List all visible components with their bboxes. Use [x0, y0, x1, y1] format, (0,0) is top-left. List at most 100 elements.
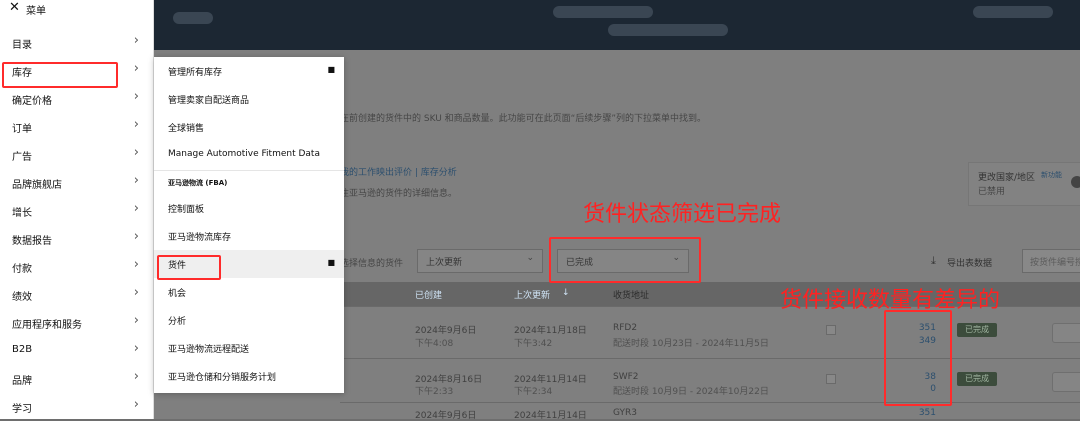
menu-item-growth[interactable]: 增长 ›: [0, 201, 153, 221]
chevron-right-icon: ›: [133, 117, 139, 132]
nav-blur-4: [973, 6, 1053, 18]
submenu-item-global-selling[interactable]: 全球销售: [154, 113, 344, 141]
menu-item-label: 广告: [12, 152, 32, 163]
submenu-item-analytics[interactable]: 分析: [154, 306, 344, 334]
menu-item-performance[interactable]: 绩效 ›: [0, 285, 153, 305]
menu-item-label: 品牌: [12, 376, 32, 387]
menu-title: 菜单: [26, 6, 46, 17]
row-checkbox[interactable]: [826, 374, 836, 384]
add-region-icon[interactable]: [1071, 176, 1080, 188]
highlight-quantities: [884, 310, 952, 406]
row-updated-time: 下午2:34: [514, 387, 553, 397]
submenu-item-fbm[interactable]: 管理卖家自配送商品: [154, 85, 344, 113]
download-icon[interactable]: ⤓: [931, 254, 936, 268]
chevron-right-icon: ›: [133, 173, 139, 188]
menu-item-pricing[interactable]: 确定价格 ›: [0, 89, 153, 109]
chevron-down-icon: ⌄: [526, 253, 534, 263]
menu-item-label: 品牌旗舰店: [12, 180, 62, 191]
nav-blur-3: [608, 24, 728, 36]
header-created[interactable]: 已创建: [415, 288, 442, 301]
submenu-item-label: 管理所有库存: [168, 68, 223, 78]
row-address: GYR3: [613, 408, 638, 418]
inventory-submenu: 管理所有库存 ■ 管理卖家自配送商品 全球销售 Manage Automotive…: [154, 57, 344, 393]
chevron-right-icon: ›: [133, 33, 139, 48]
close-icon[interactable]: ✕: [9, 0, 20, 15]
status-badge: 已完成: [957, 372, 997, 386]
menu-item-advertising[interactable]: 广告 ›: [0, 145, 153, 165]
menu-item-catalog[interactable]: 目录 ›: [0, 33, 153, 53]
menu-item-label: 订单: [12, 124, 32, 135]
page-description-2: 往亚马逊的货件的详细信息。: [340, 189, 458, 199]
row-address: RFD2: [613, 323, 638, 333]
chevron-right-icon: ›: [133, 369, 139, 384]
menu-item-b2b[interactable]: B2B ›: [0, 341, 153, 361]
page-links[interactable]: 我的工作映出评价 | 库存分析: [340, 165, 457, 178]
bookmark-icon[interactable]: ■: [327, 258, 335, 267]
submenu-item-label: Manage Automotive Fitment Data: [168, 149, 320, 159]
submenu-item-awd[interactable]: 亚马逊仓储和分销服务计划: [154, 362, 344, 390]
menu-item-payments[interactable]: 付款 ›: [0, 257, 153, 277]
row-created: 2024年9月6日: [415, 411, 477, 421]
submenu-item-label: 管理卖家自配送商品: [168, 96, 250, 106]
header-updated[interactable]: 上次更新: [514, 288, 550, 301]
submenu-item-label: 亚马逊物流远程配送: [168, 345, 250, 355]
submenu-item-label: 分析: [168, 317, 187, 327]
annotation-status-filter: 货件状态筛选已完成: [583, 202, 782, 227]
submenu-item-label: 亚马逊物流库存: [168, 233, 232, 243]
submenu-item-label: 全球销售: [168, 124, 205, 134]
chevron-right-icon: ›: [133, 145, 139, 160]
menu-item-label: 目录: [12, 40, 32, 51]
row-action-button[interactable]: [1052, 323, 1080, 343]
menu-item-label: B2B: [12, 344, 33, 355]
menu-item-orders[interactable]: 订单 ›: [0, 117, 153, 137]
menu-item-stores[interactable]: 品牌旗舰店 ›: [0, 173, 153, 193]
submenu-item-label: 控制面板: [168, 205, 205, 215]
row-updated: 2024年11月14日: [514, 411, 587, 421]
chevron-right-icon: ›: [133, 201, 139, 216]
nav-blur-1: [173, 12, 213, 24]
region-title[interactable]: 更改国家/地区: [978, 170, 1035, 183]
chevron-right-icon: ›: [133, 61, 139, 76]
submenu-item-dashboard[interactable]: 控制面板: [154, 194, 344, 222]
search-input[interactable]: 按货件编号搜索: [1022, 249, 1080, 273]
submenu-item-remote-fulfillment[interactable]: 亚马逊物流远程配送: [154, 334, 344, 362]
highlight-shipments: [157, 255, 221, 280]
export-button[interactable]: 导出表数据: [947, 256, 992, 269]
highlight-inventory: [2, 62, 118, 88]
chevron-right-icon: ›: [133, 257, 139, 272]
chevron-right-icon: ›: [133, 229, 139, 244]
menu-item-apps[interactable]: 应用程序和服务 ›: [0, 313, 153, 333]
row-divider: [340, 402, 1080, 403]
menu-item-label: 绩效: [12, 292, 32, 303]
region-status: 已禁用: [978, 187, 1006, 197]
row-sent: 351: [918, 408, 936, 418]
row-updated-time: 下午3:42: [514, 339, 553, 349]
region-tag: 新功能: [1041, 171, 1062, 179]
submenu-item-label: 机会: [168, 289, 187, 299]
menu-item-learn[interactable]: 学习 ›: [0, 397, 153, 417]
submenu-item-manage-inventory[interactable]: 管理所有库存 ■: [154, 57, 344, 85]
fba-section-title: 亚马逊物流 (FBA): [168, 179, 228, 187]
page-description: 在前创建的货件中的 SKU 和商品数量。此功能可在此页面“后续步骤”列的下拉菜单…: [340, 114, 707, 124]
submenu-item-automotive[interactable]: Manage Automotive Fitment Data: [154, 141, 344, 169]
row-created-time: 下午2:33: [415, 387, 454, 397]
row-updated: 2024年11月18日: [514, 326, 587, 336]
bookmark-icon[interactable]: ■: [327, 65, 335, 74]
menu-item-label: 学习: [12, 404, 32, 415]
highlight-status-filter: [549, 237, 701, 283]
chevron-right-icon: ›: [133, 341, 139, 356]
menu-item-label: 数据报告: [12, 236, 52, 247]
row-action-button[interactable]: [1052, 372, 1080, 392]
row-divider: [340, 358, 1080, 359]
submenu-item-fba-inventory[interactable]: 亚马逊物流库存: [154, 222, 344, 250]
search-placeholder: 按货件编号搜索: [1030, 258, 1080, 268]
row-window: 配送时段 10月9日 - 2024年10月22日: [613, 387, 769, 397]
menu-item-brand[interactable]: 品牌 ›: [0, 369, 153, 389]
nav-blur-2: [553, 6, 653, 18]
menu-item-reports[interactable]: 数据报告 ›: [0, 229, 153, 249]
chevron-right-icon: ›: [133, 89, 139, 104]
sort-select[interactable]: 上次更新 ⌄: [417, 249, 543, 273]
row-checkbox[interactable]: [826, 325, 836, 335]
submenu-item-opportunities[interactable]: 机会: [154, 278, 344, 306]
row-address: SWF2: [613, 372, 639, 382]
